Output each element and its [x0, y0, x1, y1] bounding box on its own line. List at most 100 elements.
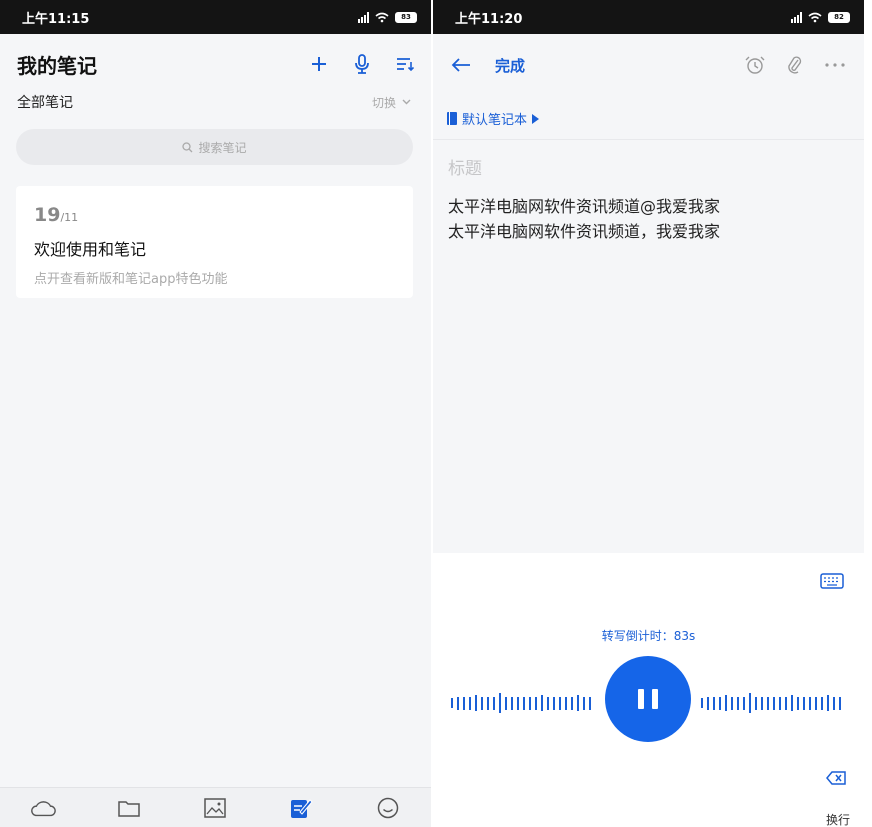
- divider: [433, 139, 864, 140]
- waveform-bar: [809, 696, 811, 710]
- waveform-bar: [755, 696, 757, 710]
- note-title: 欢迎使用和笔记: [34, 240, 147, 259]
- switch-button[interactable]: 切换: [372, 94, 411, 111]
- notebook-name: 默认笔记本: [462, 113, 528, 128]
- chevron-down-icon: [402, 99, 411, 105]
- waveform-bar: [707, 696, 709, 710]
- waveform-bar: [803, 696, 805, 710]
- waveform-bar: [773, 696, 775, 710]
- waveform-bar: [761, 696, 763, 710]
- transcribe-countdown: 转写倒计时：83s: [601, 629, 696, 643]
- cloud-icon[interactable]: [29, 794, 57, 822]
- note-editor-screen: 上午11:20 82 完成 默认笔记本 标题 太平洋电脑网软件资讯频道@我爱我家…: [433, 0, 864, 827]
- image-icon[interactable]: [201, 794, 229, 822]
- waveform-bar: [839, 696, 841, 710]
- sort-icon[interactable]: [396, 56, 414, 72]
- search-placeholder: 搜索笔记: [198, 140, 247, 155]
- waveform-bar: [487, 696, 489, 710]
- backspace-icon[interactable]: [826, 771, 846, 785]
- back-arrow-icon[interactable]: [451, 57, 471, 73]
- notebook-icon: [447, 112, 457, 125]
- waveform-bar: [553, 696, 555, 710]
- note-edit-icon[interactable]: [288, 794, 316, 822]
- notebook-selector[interactable]: 默认笔记本: [447, 109, 540, 128]
- status-bar: 上午11:20 82: [433, 0, 864, 34]
- attachment-icon[interactable]: [788, 55, 802, 75]
- waveform-bar: [463, 696, 465, 710]
- microphone-icon[interactable]: [354, 54, 370, 74]
- waveform-bar: [475, 695, 477, 711]
- waveform-bar: [583, 696, 585, 710]
- waveform-bar: [743, 696, 745, 710]
- wifi-icon: [375, 12, 389, 22]
- waveform-bar: [779, 696, 781, 710]
- waveform-bar: [505, 696, 507, 710]
- keyboard-icon[interactable]: [820, 573, 844, 589]
- notes-list-screen: 上午11:15 83 我的笔记 全部笔记 切换 搜索笔记 19/11 欢迎使用和…: [0, 0, 431, 827]
- voice-recorder-panel: 转写倒计时：83s 换行: [433, 553, 864, 827]
- waveform-bar: [541, 695, 543, 711]
- note-body[interactable]: 太平洋电脑网软件资讯频道@我爱我家 太平洋电脑网软件资讯频道，我爱我家: [448, 194, 720, 244]
- pause-icon: [638, 689, 644, 709]
- more-icon[interactable]: [824, 62, 846, 68]
- waveform-bar: [791, 695, 793, 711]
- waveform-bar: [529, 696, 531, 710]
- waveform-bar: [725, 695, 727, 711]
- notes-filter-label: 全部笔记: [17, 95, 73, 111]
- waveform-bar: [547, 696, 549, 710]
- waveform-bar: [559, 696, 561, 710]
- waveform-right: [701, 693, 841, 713]
- waveform-bar: [511, 696, 513, 710]
- waveform-bar: [571, 696, 573, 710]
- waveform-bar: [451, 698, 453, 708]
- waveform-bar: [785, 696, 787, 710]
- waveform-bar: [457, 696, 459, 710]
- done-button[interactable]: 完成: [495, 55, 525, 76]
- battery-icon: 83: [395, 11, 417, 23]
- header: 我的笔记: [17, 48, 414, 80]
- waveform-bar: [821, 696, 823, 710]
- waveform-bar: [815, 696, 817, 710]
- status-bar: 上午11:15 83: [0, 0, 431, 34]
- waveform-bar: [731, 696, 733, 710]
- waveform-bar: [577, 695, 579, 711]
- waveform-bar: [827, 695, 829, 711]
- waveform-bar: [797, 696, 799, 710]
- note-date: 19/11: [34, 204, 79, 226]
- body-line: 太平洋电脑网软件资讯频道@我爱我家: [448, 197, 721, 216]
- waveform-bar: [833, 696, 835, 710]
- waveform-bar: [719, 696, 721, 710]
- waveform-bar: [499, 693, 501, 713]
- waveform-bar: [535, 696, 537, 710]
- add-icon[interactable]: [310, 55, 328, 73]
- caret-right-icon: [532, 113, 540, 124]
- status-time: 上午11:15: [22, 11, 90, 27]
- bottom-tab-bar: [0, 787, 431, 827]
- smiley-icon[interactable]: [374, 794, 402, 822]
- waveform-bar: [767, 696, 769, 710]
- body-line: 太平洋电脑网软件资讯频道，我爱我家: [448, 222, 721, 241]
- alarm-clock-icon[interactable]: [744, 55, 766, 75]
- pause-button[interactable]: [605, 656, 691, 742]
- waveform-bar: [523, 696, 525, 710]
- battery-icon: 82: [828, 11, 850, 23]
- wifi-icon: [808, 12, 822, 22]
- title-input[interactable]: 标题: [448, 154, 482, 179]
- waveform-left: [451, 693, 591, 713]
- page-title: 我的笔记: [17, 53, 97, 78]
- waveform-bar: [749, 693, 751, 713]
- waveform-bar: [737, 696, 739, 710]
- waveform-bar: [493, 696, 495, 710]
- waveform-bar: [517, 696, 519, 710]
- status-time: 上午11:20: [455, 11, 523, 27]
- waveform-bar: [565, 696, 567, 710]
- search-input[interactable]: 搜索笔记: [16, 129, 413, 165]
- note-card[interactable]: 19/11 欢迎使用和笔记 点开查看新版和笔记app特色功能: [16, 186, 413, 298]
- waveform-bar: [713, 696, 715, 710]
- waveform-bar: [469, 696, 471, 710]
- waveform-bar: [481, 696, 483, 710]
- newline-button[interactable]: 换行: [826, 811, 850, 827]
- note-description: 点开查看新版和笔记app特色功能: [34, 272, 228, 287]
- folder-icon[interactable]: [115, 794, 143, 822]
- waveform-bar: [701, 698, 703, 708]
